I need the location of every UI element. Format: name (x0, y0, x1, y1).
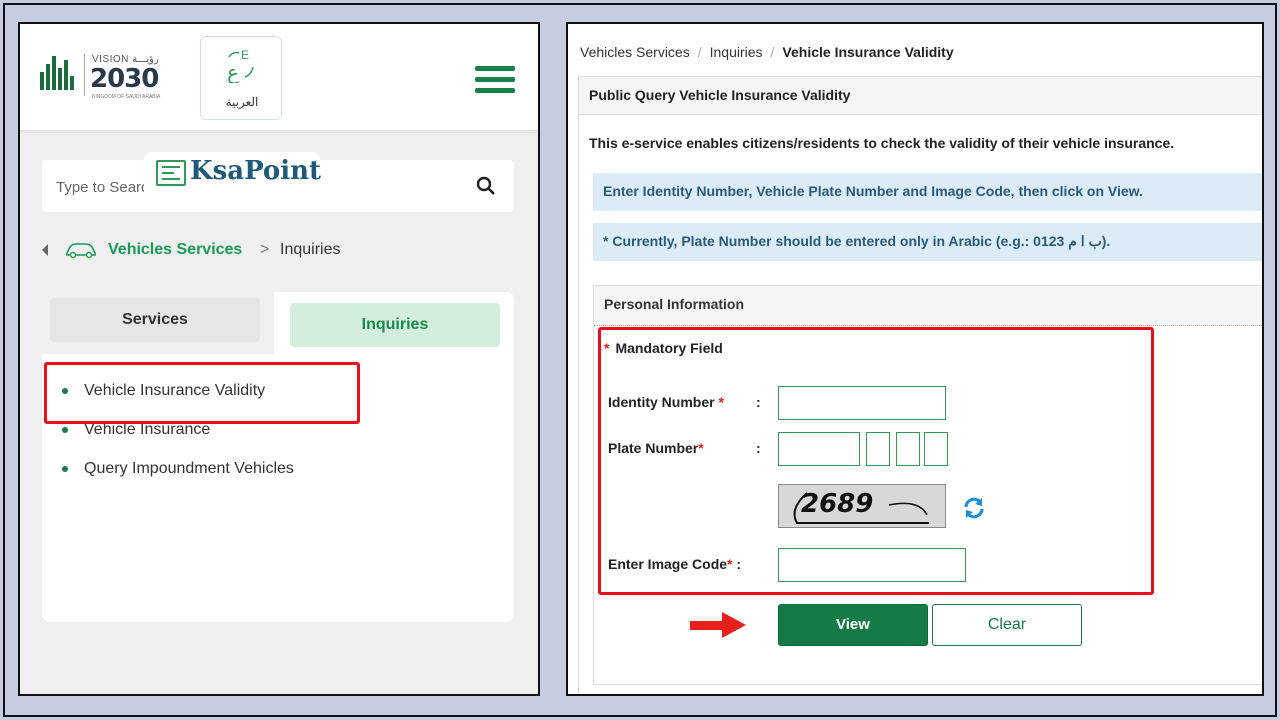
breadcrumb-vehicles-services-link[interactable]: Vehicles Services (580, 44, 690, 60)
mobile-panel: VISION رؤيـــة 2030 KINGDOM OF SAUDI ARA… (18, 22, 540, 696)
watermark-logo: KsaPoint (144, 152, 322, 200)
breadcrumb-current: Inquiries (280, 241, 341, 258)
service-intro: This e-service enables citizens/resident… (589, 135, 1175, 151)
breadcrumb-inquiries-link[interactable]: Inquiries (710, 44, 763, 60)
language-label: العربية (225, 95, 259, 109)
vision-sub: KINGDOM OF SAUDI ARABIA (92, 94, 161, 100)
list-item-vehicle-insurance[interactable]: Vehicle Insurance (62, 421, 294, 460)
info-instructions: Enter Identity Number, Vehicle Plate Num… (593, 173, 1262, 211)
breadcrumb-separator: > (260, 241, 270, 258)
tab-inquiries[interactable]: Inquiries (290, 303, 500, 347)
info-plate-note: * Currently, Plate Number should be ente… (593, 223, 1262, 261)
back-arrow-icon[interactable] (42, 244, 48, 256)
list-item-query-impoundment[interactable]: Query Impoundment Vehicles (62, 460, 294, 499)
section-title: Personal Information (594, 286, 1262, 326)
language-button[interactable]: E ع العربية (200, 36, 282, 120)
document-icon (156, 160, 186, 186)
svg-text:E: E (241, 48, 249, 62)
breadcrumb-current-page: Vehicle Insurance Validity (782, 44, 954, 60)
clear-button[interactable]: Clear (932, 604, 1082, 646)
pointer-arrow-icon (690, 612, 746, 638)
vision-2030-logo: VISION رؤيـــة 2030 KINGDOM OF SAUDI ARA… (40, 44, 180, 104)
absher-bars-icon (40, 56, 76, 90)
page-title: Public Query Vehicle Insurance Validity (579, 77, 1262, 115)
tabs-card: Services Inquiries Vehicle Insurance Val… (42, 292, 514, 622)
vision-year: 2030 (90, 64, 159, 94)
site-header: VISION رؤيـــة 2030 KINGDOM OF SAUDI ARA… (20, 24, 538, 130)
breadcrumb-vehicles-services[interactable]: Vehicles Services (108, 241, 242, 259)
view-button[interactable]: View (778, 604, 928, 646)
language-switch-icon: E ع (227, 48, 254, 83)
page-breadcrumb: Vehicles Services / Inquiries / Vehicle Insu… (580, 44, 954, 60)
svg-text:ع: ع (227, 60, 239, 83)
search-icon[interactable] (476, 176, 496, 196)
tab-services[interactable]: Services (50, 298, 260, 342)
highlight-box-right (598, 327, 1154, 595)
highlight-box-left (44, 362, 360, 424)
hamburger-menu-icon[interactable] (475, 66, 515, 94)
car-icon (66, 243, 96, 259)
search-input[interactable] (56, 174, 146, 200)
watermark-text: KsaPoint (190, 156, 322, 186)
